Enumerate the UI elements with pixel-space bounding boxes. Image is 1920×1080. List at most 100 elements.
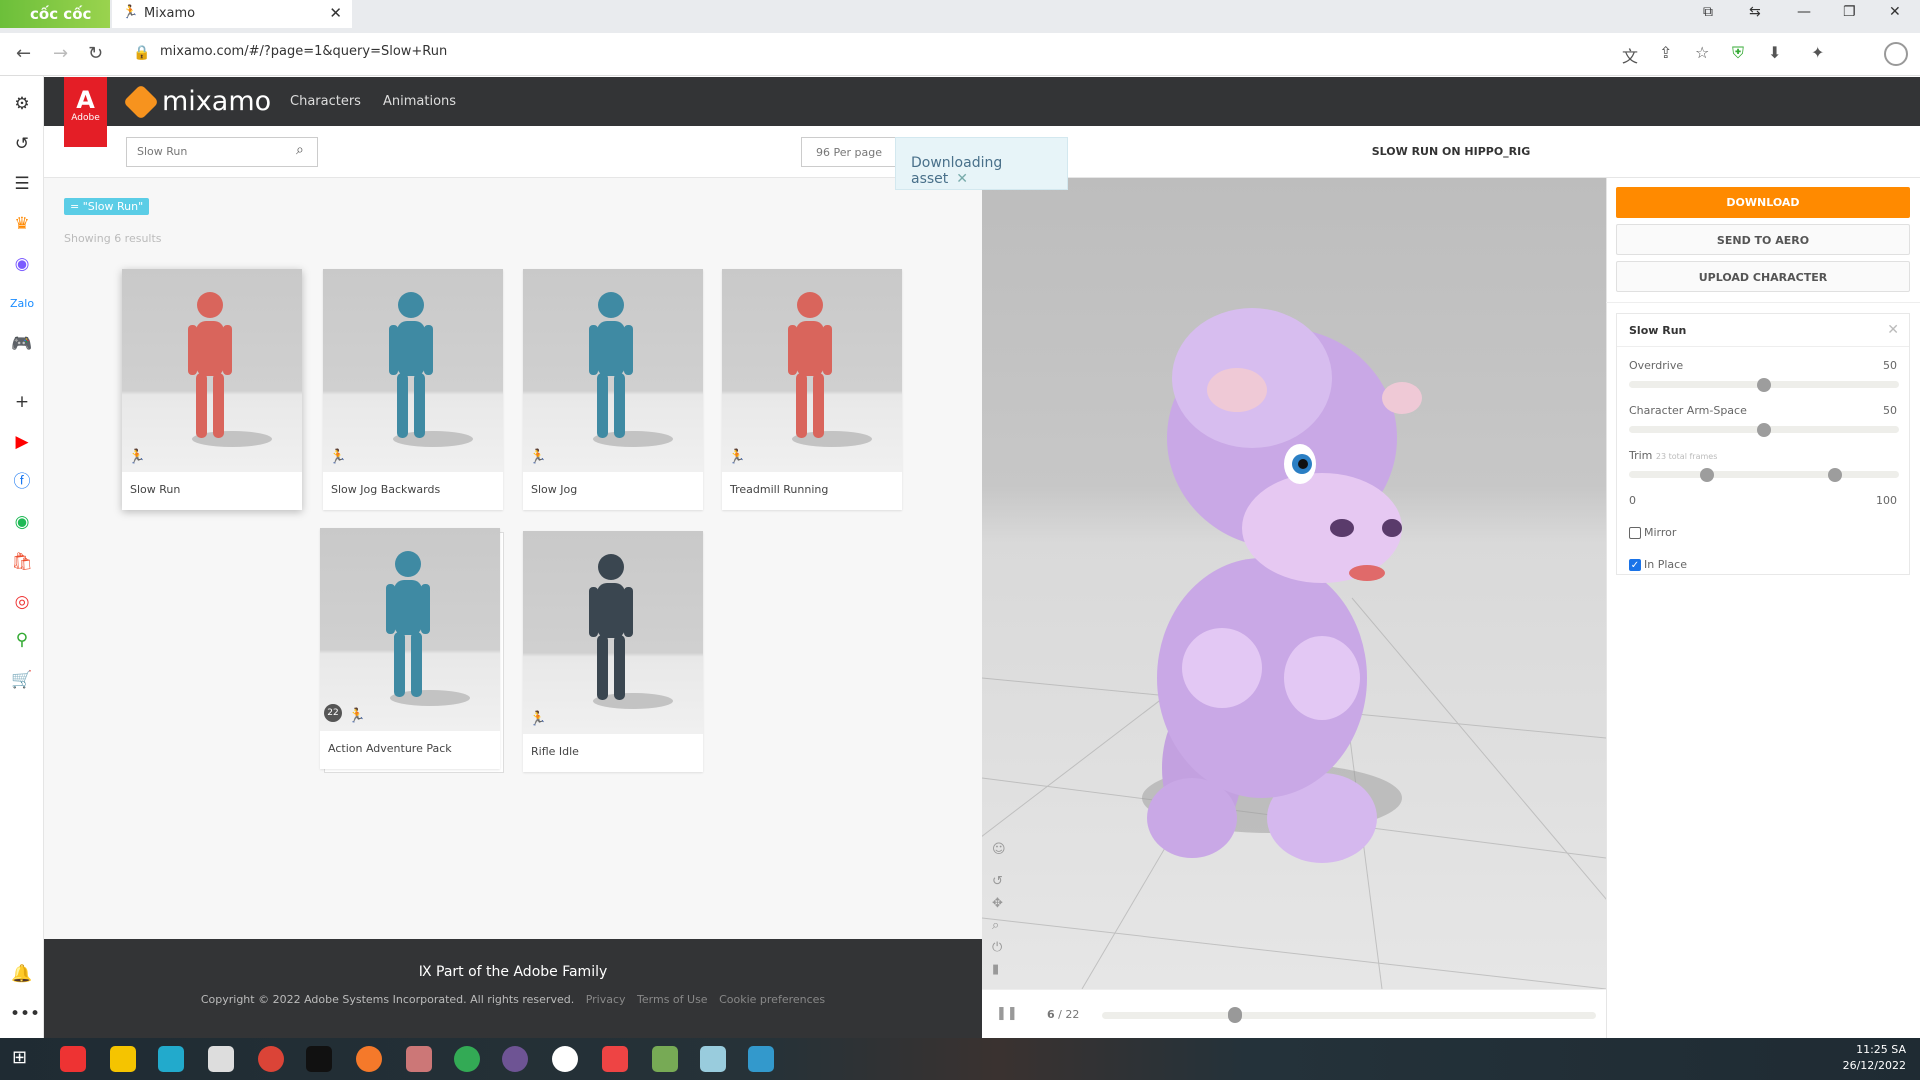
mixamo-logo[interactable]: mixamo xyxy=(122,83,271,120)
messenger-icon[interactable]: ◉ xyxy=(10,252,34,276)
history-icon[interactable]: ⇆ xyxy=(1749,4,1761,20)
coccoc-taskbar-icon[interactable] xyxy=(652,1046,678,1072)
chrome-icon[interactable] xyxy=(258,1046,284,1072)
close-settings-icon[interactable]: ✕ xyxy=(1887,322,1899,338)
cookie-link[interactable]: Cookie preferences xyxy=(719,993,825,1006)
translate-icon[interactable]: 文 xyxy=(1622,43,1638,67)
pan-icon[interactable]: ✥ xyxy=(992,896,1003,911)
in-place-checkbox[interactable]: ✓ In Place xyxy=(1629,558,1687,571)
upwork-icon[interactable] xyxy=(454,1046,480,1072)
youtube-icon[interactable]: ▶ xyxy=(10,430,34,454)
download-button[interactable]: DOWNLOAD xyxy=(1616,187,1910,218)
photos-icon[interactable] xyxy=(748,1046,774,1072)
browser-logo[interactable]: cốc cốc xyxy=(0,0,110,28)
minimize-icon[interactable]: — xyxy=(1797,4,1811,20)
timeline-slider[interactable] xyxy=(1102,1012,1596,1019)
add-icon[interactable]: + xyxy=(10,390,34,414)
browser-tab[interactable]: 🏃 Mixamo ✕ xyxy=(112,0,352,28)
app-icon-8[interactable] xyxy=(406,1046,432,1072)
animation-card[interactable]: 22 🏃 Action Adventure Pack xyxy=(320,528,500,769)
reading-list-icon[interactable]: ☰ xyxy=(10,172,34,196)
animation-card[interactable]: 🏃 Slow Jog xyxy=(523,269,703,510)
restore-icon[interactable]: ❐ xyxy=(1843,4,1856,20)
windows-start-icon[interactable]: ⊞ xyxy=(12,1047,27,1068)
github-icon[interactable] xyxy=(502,1046,528,1072)
app-icon-m[interactable] xyxy=(158,1046,184,1072)
search-icon[interactable]: ⌕ xyxy=(296,142,304,158)
zalo-icon[interactable]: Zalo xyxy=(10,292,34,316)
close-window-icon[interactable]: ✕ xyxy=(1889,4,1901,20)
animation-thumbnail xyxy=(722,269,902,472)
nav-animations[interactable]: Animations xyxy=(383,94,456,109)
camera-icon[interactable]: ▮ xyxy=(992,962,999,977)
skeleton-view-icon[interactable]: ☺ xyxy=(992,842,1006,857)
app-icon-notif[interactable] xyxy=(602,1046,628,1072)
more-icon[interactable]: ••• xyxy=(10,1002,40,1026)
app-icon-3[interactable] xyxy=(208,1046,234,1072)
animation-card[interactable]: 🏃 Rifle Idle xyxy=(523,531,703,772)
terms-link[interactable]: Terms of Use xyxy=(637,993,708,1006)
app-icon-1[interactable] xyxy=(60,1046,86,1072)
share-icon[interactable]: ⇪ xyxy=(1659,43,1672,62)
url-input[interactable]: mixamo.com/#/?page=1&query=Slow+Run xyxy=(160,44,447,59)
trim-end-thumb[interactable] xyxy=(1828,468,1842,482)
adobe-mark-icon: Ⅸ xyxy=(418,964,437,980)
settings-title: Slow Run xyxy=(1629,324,1687,337)
animation-card[interactable]: 🏃 Treadmill Running xyxy=(722,269,902,510)
game-controller-icon[interactable]: 🎮 xyxy=(10,332,34,356)
clock[interactable]: 11:25 SA 26/12/2022 xyxy=(1843,1042,1906,1074)
privacy-link[interactable]: Privacy xyxy=(586,993,626,1006)
app-icon-13[interactable] xyxy=(700,1046,726,1072)
facebook-icon[interactable]: ⓕ xyxy=(10,470,34,494)
trim-start-thumb[interactable] xyxy=(1700,468,1714,482)
spotify-icon[interactable]: ◉ xyxy=(10,510,34,534)
shield-extension-icon[interactable]: ⛨ xyxy=(1732,43,1744,63)
tab-search-icon[interactable]: ⧉ xyxy=(1703,4,1713,20)
3d-viewport[interactable] xyxy=(982,178,1606,989)
extensions-icon[interactable]: ✦ xyxy=(1811,43,1824,62)
adobe-logo[interactable]: A Adobe xyxy=(64,77,107,147)
hippo-character xyxy=(982,308,1606,989)
reload-icon[interactable]: ↻ xyxy=(88,43,103,64)
file-explorer-icon[interactable] xyxy=(110,1046,136,1072)
armspace-thumb[interactable] xyxy=(1757,423,1771,437)
rotate-icon[interactable]: ↺ xyxy=(992,874,1003,889)
search-input[interactable]: Slow Run xyxy=(126,137,318,167)
shopee-icon[interactable]: 🛍 xyxy=(10,550,34,574)
cart-icon[interactable]: 🛒 xyxy=(10,668,34,692)
forward-icon[interactable]: → xyxy=(53,43,68,64)
close-toast-icon[interactable]: ✕ xyxy=(956,171,968,187)
mirror-checkbox[interactable]: Mirror xyxy=(1629,526,1676,539)
profile-avatar[interactable] xyxy=(1884,42,1908,66)
download-icon[interactable]: ⬇ xyxy=(1768,43,1781,62)
bookmark-star-icon[interactable]: ☆ xyxy=(1695,43,1709,62)
crown-icon[interactable]: ♛ xyxy=(10,212,34,236)
animation-card[interactable]: 🏃 Slow Jog Backwards xyxy=(323,269,503,510)
checkbox-checked-icon[interactable]: ✓ xyxy=(1629,558,1641,571)
history-icon[interactable]: ↺ xyxy=(10,132,34,156)
upload-character-button[interactable]: UPLOAD CHARACTER xyxy=(1616,261,1910,292)
checkbox-icon[interactable] xyxy=(1629,526,1641,539)
per-page-select[interactable]: 96 Per page xyxy=(801,137,901,167)
zoom-icon[interactable]: ⌕ xyxy=(992,918,999,933)
pause-icon[interactable]: ❚❚ xyxy=(996,1006,1018,1021)
unity-icon[interactable] xyxy=(306,1046,332,1072)
map-pin-icon[interactable]: ⚲ xyxy=(10,628,34,652)
nav-characters[interactable]: Characters xyxy=(290,94,361,109)
reset-view-icon[interactable]: ⏻ xyxy=(992,940,1002,955)
blender-icon[interactable] xyxy=(356,1046,382,1072)
news-icon[interactable]: ◎ xyxy=(10,590,34,614)
overdrive-thumb[interactable] xyxy=(1757,378,1771,392)
close-tab-icon[interactable]: ✕ xyxy=(329,4,342,22)
timeline-thumb[interactable] xyxy=(1228,1007,1243,1023)
filter-chip[interactable]: = "Slow Run" xyxy=(64,198,150,215)
notifications-bell-icon[interactable]: 🔔 xyxy=(10,962,34,986)
back-icon[interactable]: ← xyxy=(16,43,31,64)
trim-slider[interactable] xyxy=(1629,471,1899,478)
animation-thumbnail xyxy=(320,528,500,731)
app-icon-u[interactable] xyxy=(552,1046,578,1072)
total-frames: / 22 xyxy=(1058,1008,1080,1021)
settings-gear-icon[interactable]: ⚙ xyxy=(10,92,34,116)
animation-card[interactable]: 🏃 Slow Run xyxy=(122,269,302,510)
send-to-aero-button[interactable]: SEND TO AERO xyxy=(1616,224,1910,255)
